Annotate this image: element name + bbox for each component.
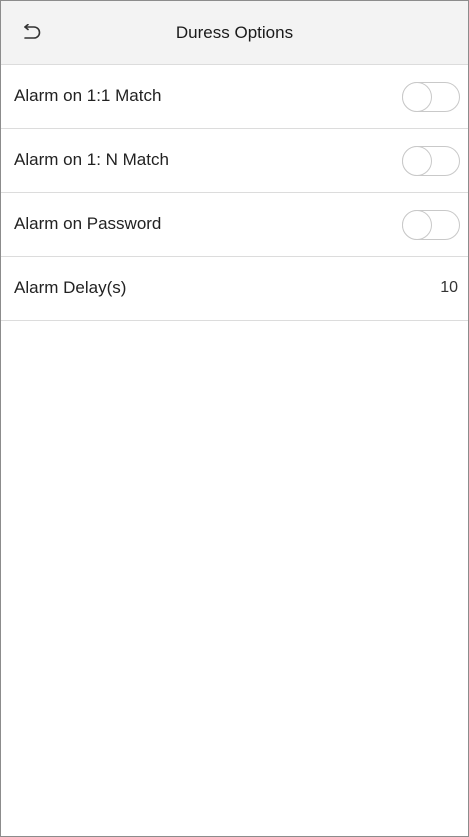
toggle-knob: [402, 82, 432, 112]
setting-alarm-on-password[interactable]: Alarm on Password: [1, 193, 468, 257]
settings-list: Alarm on 1:1 Match Alarm on 1: N Match A…: [1, 65, 468, 321]
setting-alarm-1-n-match[interactable]: Alarm on 1: N Match: [1, 129, 468, 193]
setting-alarm-delay[interactable]: Alarm Delay(s) 10: [1, 257, 468, 321]
setting-alarm-1-1-match[interactable]: Alarm on 1:1 Match: [1, 65, 468, 129]
alarm-delay-value: 10: [440, 279, 458, 296]
alarm-1-1-match-toggle[interactable]: [402, 82, 460, 112]
alarm-on-password-toggle[interactable]: [402, 210, 460, 240]
alarm-1-n-match-toggle[interactable]: [402, 146, 460, 176]
setting-label: Alarm on Password: [14, 214, 162, 233]
setting-label: Alarm on 1: N Match: [14, 150, 169, 169]
page-title: Duress Options: [175, 23, 294, 42]
setting-label: Alarm on 1:1 Match: [14, 86, 162, 105]
toggle-knob: [402, 146, 432, 176]
header-bar: Duress Options: [1, 1, 468, 65]
toggle-knob: [402, 210, 432, 240]
setting-label: Alarm Delay(s): [14, 278, 127, 297]
duress-options-screen: Duress Options Alarm on 1:1 Match Alarm …: [0, 0, 469, 837]
